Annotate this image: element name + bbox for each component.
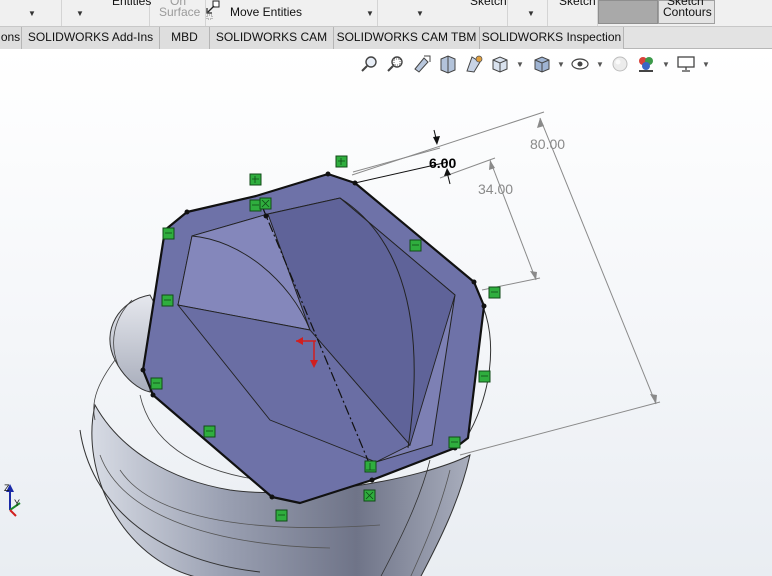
sketch-label[interactable]: Sketch bbox=[559, 0, 596, 8]
move-entities-icon bbox=[206, 0, 220, 20]
dimension-6[interactable]: 6.00 bbox=[352, 129, 456, 185]
ribbon-group-2: Entities ▼ bbox=[62, 0, 151, 26]
relation-marker-icon[interactable] bbox=[203, 425, 216, 438]
dropdown-arrow-icon[interactable]: ▼ bbox=[416, 9, 424, 18]
offset-on-surface-button[interactable]: On Surface bbox=[150, 0, 206, 26]
tab-solidworks-add-ins[interactable]: SOLIDWORKS Add-Ins bbox=[22, 27, 160, 49]
relation-marker-icon[interactable] bbox=[275, 509, 288, 522]
dropdown-arrow-icon[interactable]: ▼ bbox=[527, 9, 535, 18]
graphics-area[interactable]: ▼ ▼ ▼ ▼ ▼ 80.00 34.00 6.00 Z Y bbox=[0, 49, 772, 576]
relation-marker-icon[interactable] bbox=[162, 227, 175, 240]
ribbon-group-sketch-2: Sketch bbox=[548, 0, 598, 26]
relation-marker-icon[interactable] bbox=[259, 197, 272, 210]
sketch-profile[interactable] bbox=[140, 171, 487, 505]
triad-y-label: Y bbox=[14, 498, 20, 508]
sketch-label[interactable]: Sketch bbox=[470, 0, 507, 8]
dropdown-arrow-icon[interactable]: ▼ bbox=[76, 9, 84, 18]
active-ribbon-button[interactable] bbox=[598, 0, 658, 24]
relation-marker-icon[interactable] bbox=[364, 460, 377, 473]
tab-solidworks-inspection[interactable]: SOLIDWORKS Inspection bbox=[480, 27, 624, 49]
model-view[interactable]: 80.00 34.00 6.00 Z Y bbox=[0, 49, 772, 576]
relation-marker-icon[interactable] bbox=[335, 155, 348, 168]
relation-marker-icon[interactable] bbox=[249, 173, 262, 186]
relation-marker-icon[interactable] bbox=[409, 239, 422, 252]
sketch-contours-button[interactable]: Sketch Contours bbox=[658, 0, 715, 24]
command-manager-ribbon: ▼ Entities ▼ On Surface Move Entities ▼ … bbox=[0, 0, 772, 27]
relation-marker-icon[interactable] bbox=[478, 370, 491, 383]
ribbon-group-1: ▼ bbox=[0, 0, 62, 26]
move-entities-label: Move Entities bbox=[230, 5, 303, 19]
relation-marker-icon[interactable] bbox=[249, 199, 262, 212]
triad-z-label: Z bbox=[4, 483, 10, 493]
relation-marker-icon[interactable] bbox=[488, 286, 501, 299]
move-entities-button[interactable]: Move Entities ▼ bbox=[206, 0, 378, 26]
tab-add-ons[interactable]: ons bbox=[0, 27, 22, 49]
command-manager-tabs: ons SOLIDWORKS Add-Ins MBD SOLIDWORKS CA… bbox=[0, 27, 772, 49]
relation-marker-icon[interactable] bbox=[363, 489, 376, 502]
tab-mbd[interactable]: MBD bbox=[160, 27, 210, 49]
dropdown-arrow-icon[interactable]: ▼ bbox=[28, 9, 36, 18]
dropdown-arrow-icon[interactable]: ▼ bbox=[366, 9, 374, 18]
dimension-34-value[interactable]: 34.00 bbox=[478, 181, 513, 197]
tab-solidworks-cam-tbm[interactable]: SOLIDWORKS CAM TBM bbox=[334, 27, 480, 49]
coordinate-triad-icon: Z Y bbox=[4, 483, 21, 517]
ribbon-group-sketch-1: Sketch ▼ bbox=[378, 0, 508, 26]
relation-marker-icon[interactable] bbox=[448, 436, 461, 449]
relation-marker-icon[interactable] bbox=[161, 294, 174, 307]
dimension-80-value[interactable]: 80.00 bbox=[530, 136, 565, 152]
dimension-6-value[interactable]: 6.00 bbox=[429, 155, 456, 171]
relation-marker-icon[interactable] bbox=[150, 377, 163, 390]
entities-label[interactable]: Entities bbox=[112, 0, 151, 8]
offset-surface-label-2: Surface bbox=[159, 5, 201, 19]
sketch-contours-label-2: Contours bbox=[663, 5, 712, 19]
tab-solidworks-cam[interactable]: SOLIDWORKS CAM bbox=[210, 27, 334, 49]
ribbon-group-sketch-arrow: ▼ bbox=[508, 0, 548, 26]
